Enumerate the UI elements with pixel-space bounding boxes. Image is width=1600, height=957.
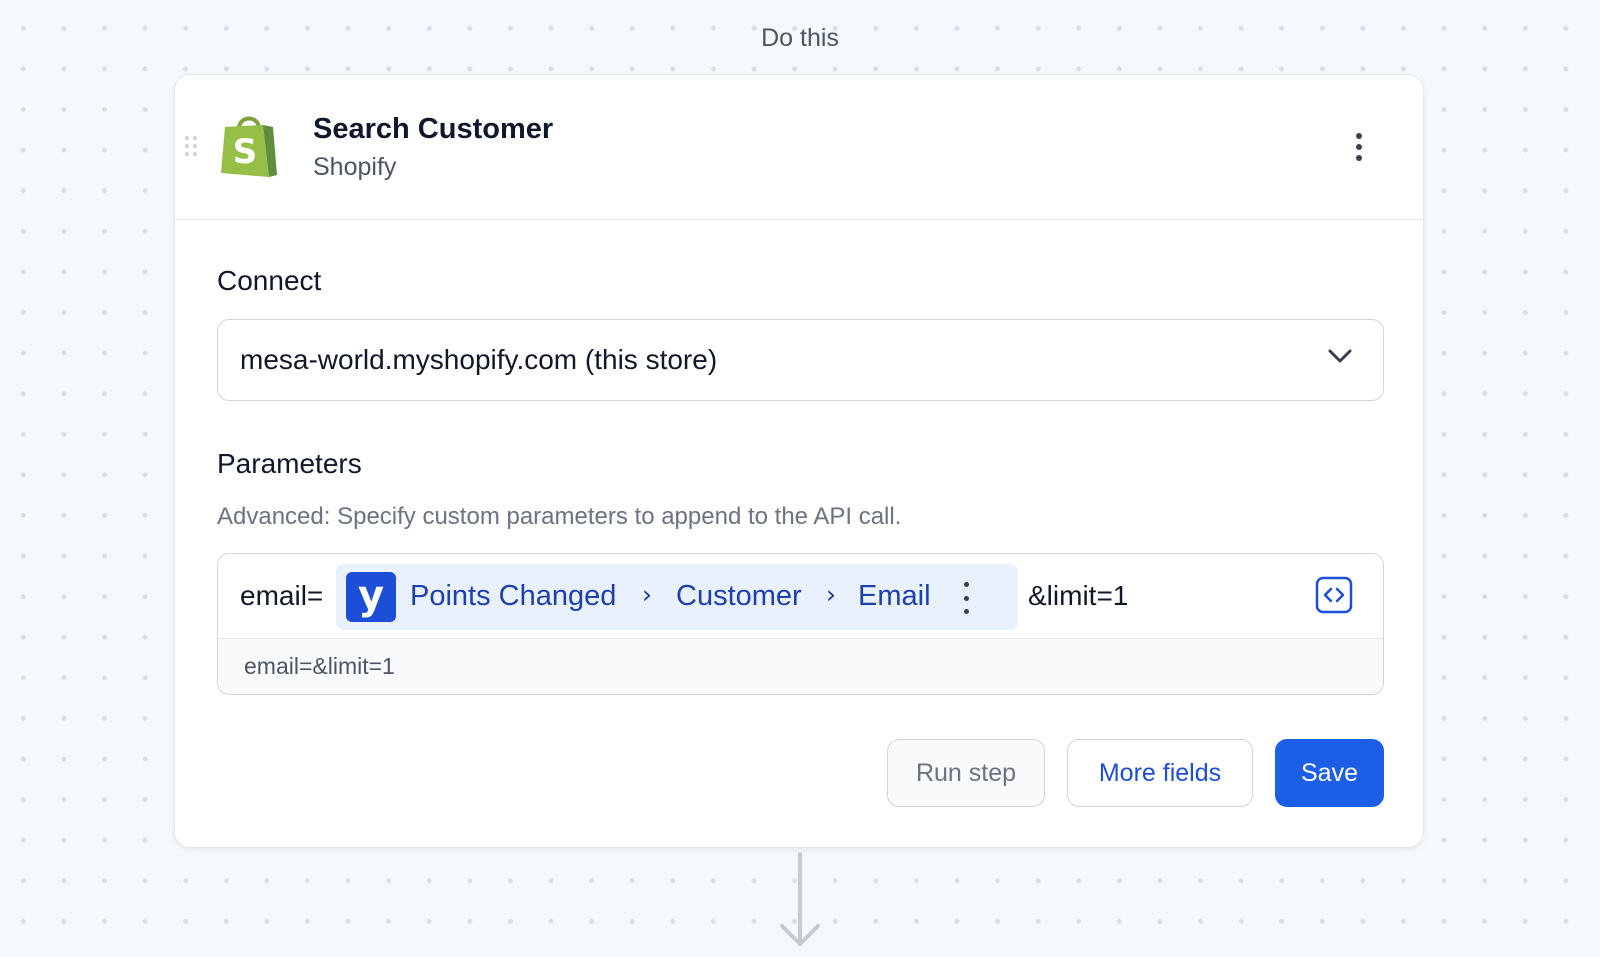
parameters-preview: email=&limit=1 bbox=[218, 638, 1383, 694]
more-vertical-icon[interactable] bbox=[1347, 127, 1371, 167]
step-title: Search Customer bbox=[313, 113, 554, 145]
parameters-help-text: Advanced: Specify custom parameters to a… bbox=[217, 503, 902, 530]
chevron-down-icon bbox=[1327, 348, 1353, 369]
connect-selected-value: mesa-world.myshopify.com (this store) bbox=[240, 344, 718, 375]
parameters-preview-text: email=&limit=1 bbox=[244, 653, 395, 679]
more-fields-button[interactable]: More fields bbox=[1067, 739, 1253, 807]
parameters-input[interactable]: email= y Points Changed › Customer › Ema… bbox=[218, 554, 1383, 638]
chevron-right-icon: › bbox=[826, 580, 836, 609]
yotpo-app-icon: y bbox=[346, 572, 396, 622]
param-prefix-text: email= bbox=[240, 580, 324, 611]
chevron-right-icon: › bbox=[642, 580, 652, 609]
token-segment-event: Points Changed bbox=[410, 580, 617, 612]
arrow-down-icon bbox=[776, 852, 824, 957]
param-suffix-text: &limit=1 bbox=[1028, 580, 1129, 611]
step-header: S Search Customer Shopify bbox=[175, 75, 1423, 220]
token-segment-field: Email bbox=[858, 580, 931, 612]
connect-label: Connect bbox=[217, 265, 322, 296]
svg-text:S: S bbox=[233, 132, 258, 172]
save-button[interactable]: Save bbox=[1275, 739, 1384, 807]
section-label: Do this bbox=[761, 24, 839, 52]
run-step-button[interactable]: Run step bbox=[887, 739, 1045, 807]
parameters-field: email= y Points Changed › Customer › Ema… bbox=[217, 553, 1384, 695]
connect-select[interactable]: mesa-world.myshopify.com (this store) bbox=[217, 319, 1384, 401]
token-segment-object: Customer bbox=[676, 580, 802, 612]
token-more-vertical-icon[interactable] bbox=[958, 580, 974, 616]
shopify-bag-icon: S bbox=[219, 111, 281, 184]
code-brackets-icon[interactable] bbox=[1315, 576, 1353, 619]
parameters-label: Parameters bbox=[217, 448, 362, 479]
drag-handle-icon[interactable] bbox=[184, 135, 198, 162]
variable-token[interactable]: y Points Changed › Customer › Email bbox=[336, 564, 1018, 630]
step-app-name: Shopify bbox=[313, 153, 397, 181]
step-card: S Search Customer Shopify Connect mesa-w… bbox=[174, 74, 1424, 848]
